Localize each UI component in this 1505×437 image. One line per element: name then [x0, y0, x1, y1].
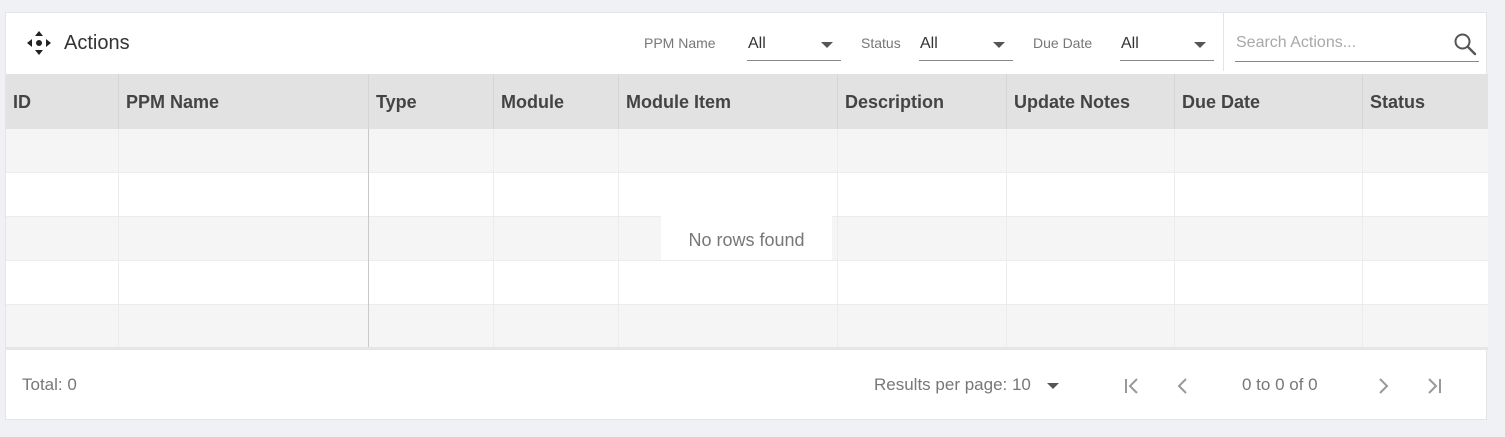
column-header-module[interactable]: Module [493, 74, 619, 129]
first-page-icon[interactable] [1122, 375, 1144, 397]
table-row [6, 305, 1488, 349]
column-divider [1006, 129, 1007, 348]
total-count: Total: 0 [22, 375, 77, 394]
column-divider [618, 129, 619, 348]
column-header-ppm-name[interactable]: PPM Name [118, 74, 369, 129]
ppm-name-filter-select[interactable]: All [747, 29, 841, 61]
table-bottom-border [6, 347, 1488, 350]
column-divider [493, 129, 494, 348]
move-arrows-icon[interactable] [26, 30, 52, 56]
column-divider [1362, 129, 1363, 348]
search-input[interactable] [1235, 28, 1445, 58]
search-icon[interactable] [1453, 32, 1477, 56]
column-header-status[interactable]: Status [1362, 74, 1488, 129]
chevron-down-icon [993, 42, 1005, 48]
panel-header: Actions PPM Name All Status All Due Date… [6, 13, 1488, 74]
chevron-down-icon[interactable] [1047, 383, 1059, 389]
column-divider [837, 129, 838, 348]
column-header-due-date[interactable]: Due Date [1174, 74, 1363, 129]
chevron-down-icon [821, 42, 833, 48]
table-header-row: ID PPM Name Type Module Module Item Desc… [6, 74, 1488, 129]
column-divider [1174, 129, 1175, 348]
column-header-module-item[interactable]: Module Item [618, 74, 838, 129]
chevron-down-icon [1194, 42, 1206, 48]
results-per-page-select[interactable]: Results per page: 10 [874, 375, 1031, 395]
page-info: 0 to 0 of 0 [1242, 375, 1318, 394]
column-header-type[interactable]: Type [368, 74, 494, 129]
column-divider [368, 129, 369, 348]
page-title: Actions [64, 32, 130, 54]
column-header-update-notes[interactable]: Update Notes [1006, 74, 1175, 129]
status-filter-value: All [920, 35, 938, 52]
status-filter-select[interactable]: All [919, 29, 1013, 61]
table-row [6, 261, 1488, 305]
column-header-description[interactable]: Description [837, 74, 1007, 129]
due-date-filter-select[interactable]: All [1120, 29, 1214, 61]
due-date-filter-label: Due Date [1033, 35, 1093, 51]
due-date-filter-value: All [1121, 35, 1139, 52]
table-row [6, 173, 1488, 217]
previous-page-icon[interactable] [1172, 375, 1194, 397]
column-header-id[interactable]: ID [6, 74, 119, 129]
next-page-icon[interactable] [1372, 375, 1394, 397]
ppm-name-filter-label: PPM Name [644, 35, 716, 51]
ppm-name-filter-value: All [748, 35, 766, 52]
empty-state-message: No rows found [661, 215, 832, 260]
search-box [1235, 28, 1479, 62]
last-page-icon[interactable] [1422, 375, 1444, 397]
column-divider [118, 129, 119, 348]
status-filter-label: Status [861, 35, 901, 51]
table-row [6, 129, 1488, 173]
actions-table: ID PPM Name Type Module Module Item Desc… [6, 74, 1488, 349]
header-divider [1223, 13, 1224, 71]
actions-panel: Actions PPM Name All Status All Due Date… [5, 12, 1488, 420]
